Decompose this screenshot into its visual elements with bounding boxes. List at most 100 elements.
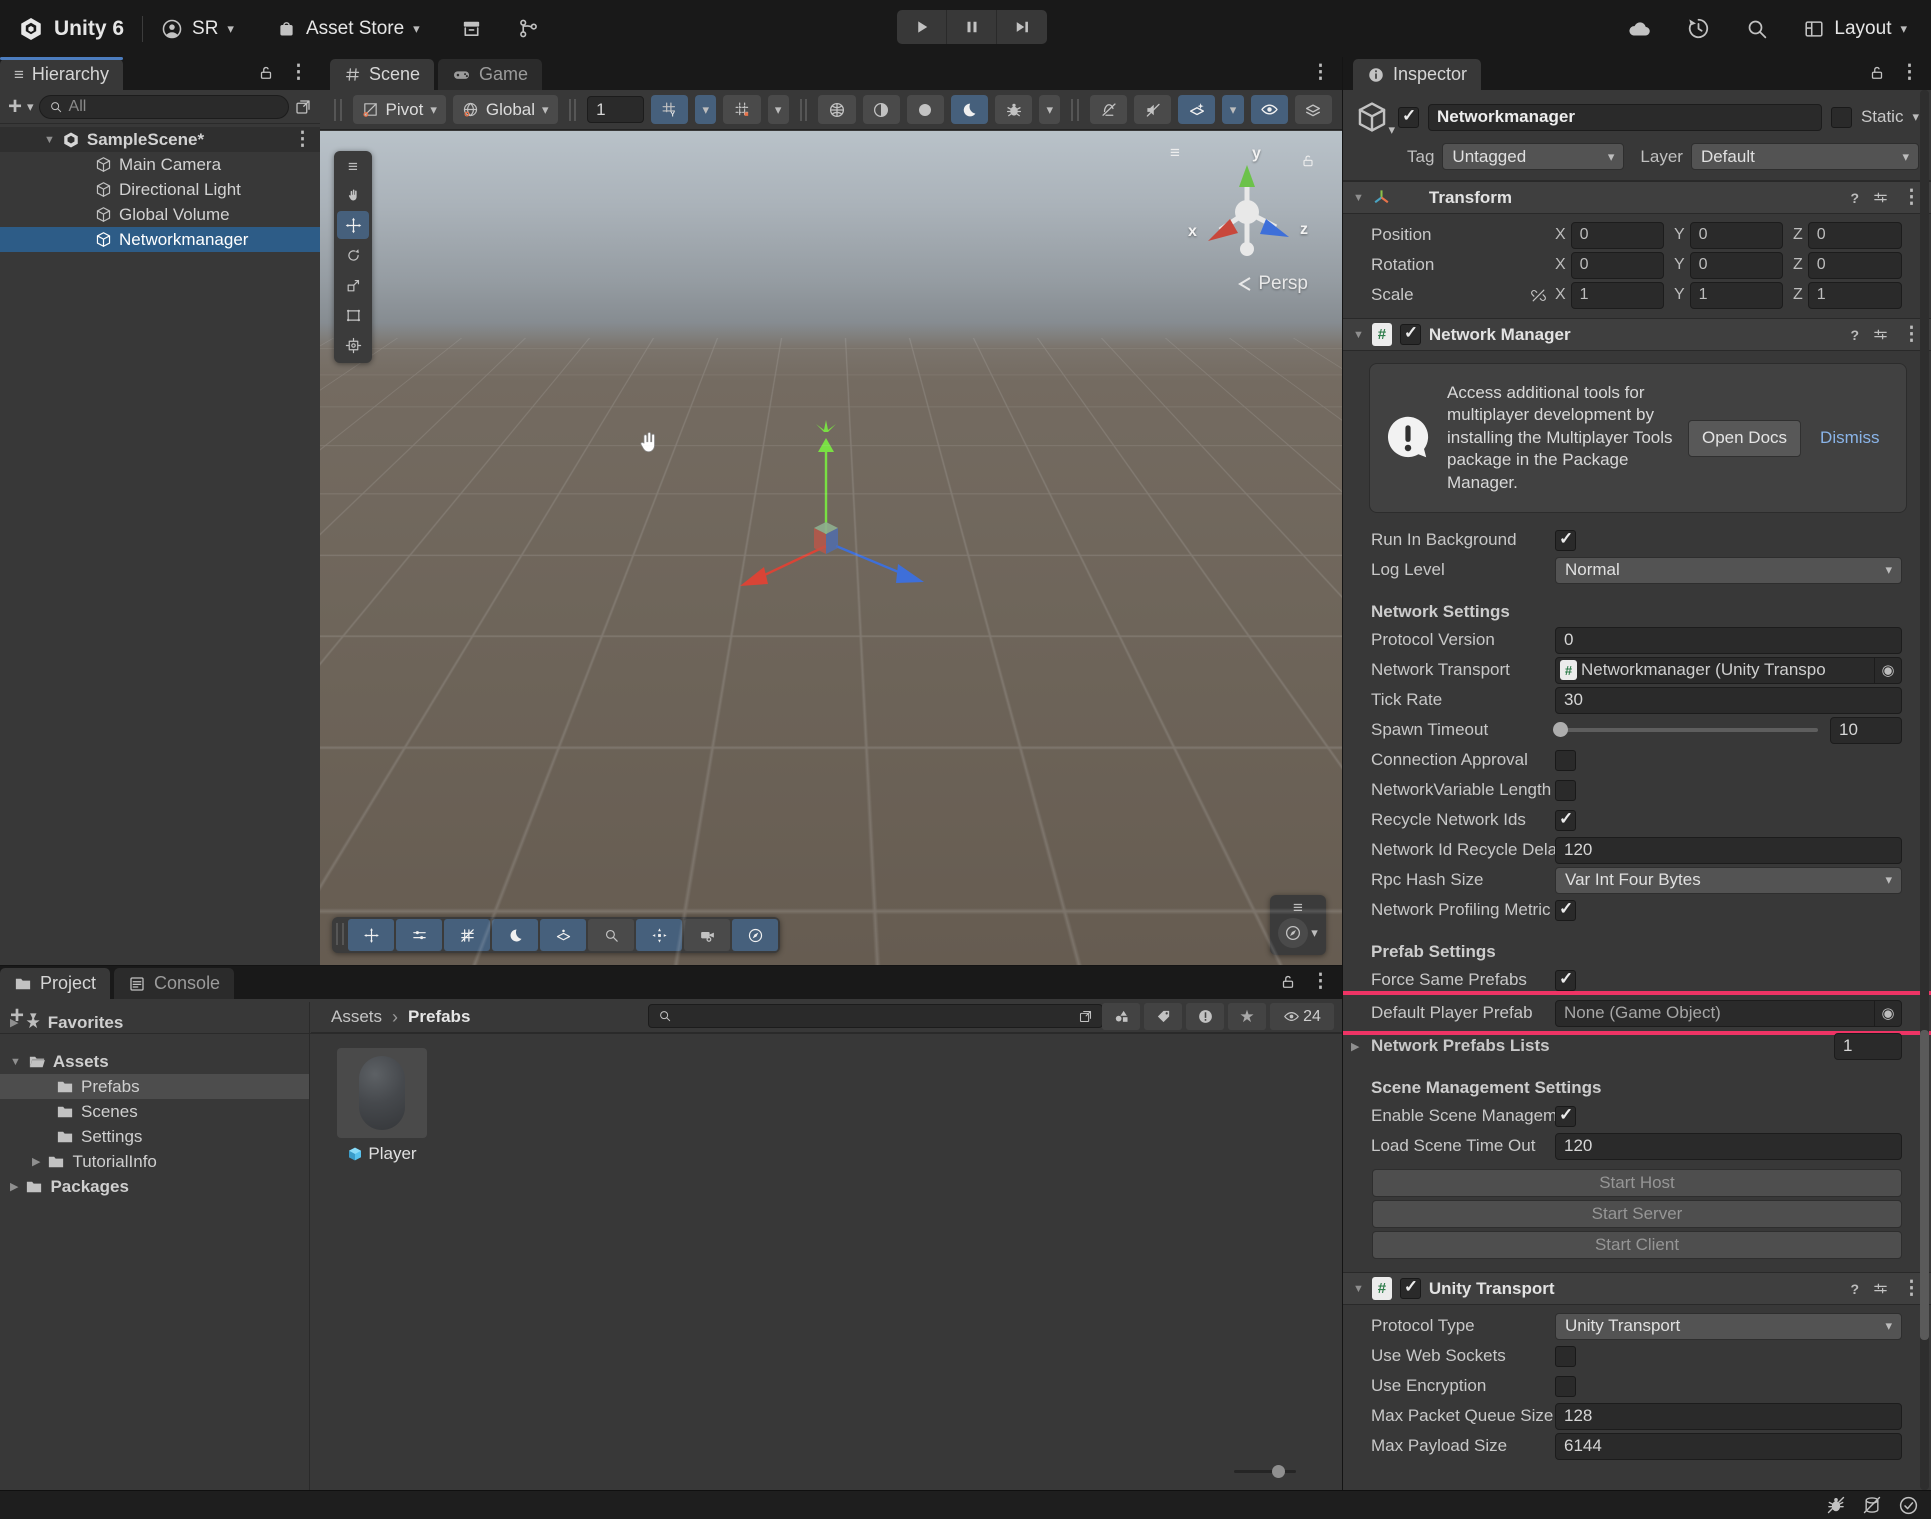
scale-z-field[interactable]: 1 <box>1808 282 1902 309</box>
tab-inspector[interactable]: Inspector <box>1353 59 1481 90</box>
start-server-button[interactable]: Start Server <box>1372 1200 1902 1228</box>
asset-item-player[interactable]: Player <box>337 1048 427 1164</box>
component-menu-icon[interactable] <box>1902 186 1921 209</box>
compass-button[interactable] <box>1278 918 1308 948</box>
static-checkbox[interactable] <box>1831 107 1852 128</box>
tab-console[interactable]: Console <box>114 968 234 999</box>
expand-icon[interactable] <box>10 1180 18 1193</box>
hierarchy-item[interactable]: Directional Light <box>0 177 320 202</box>
run-in-background-checkbox[interactable] <box>1555 530 1576 551</box>
snap-increment-options-button[interactable] <box>768 95 789 124</box>
tab-scene[interactable]: Scene <box>330 59 434 90</box>
scene-visibility-button[interactable] <box>1251 95 1288 124</box>
use-web-sockets-checkbox[interactable] <box>1555 1346 1576 1367</box>
breadcrumb-root[interactable]: Assets <box>331 1007 382 1027</box>
use-encryption-checkbox[interactable] <box>1555 1376 1576 1397</box>
overlay-frame-button[interactable] <box>636 919 682 951</box>
inspector-scrollbar[interactable] <box>1920 90 1929 1490</box>
position-y-field[interactable]: 0 <box>1690 222 1783 249</box>
debug-muted-icon[interactable] <box>1826 1495 1846 1515</box>
collapse-icon[interactable] <box>1353 192 1364 204</box>
debug-bug-button[interactable] <box>995 95 1032 124</box>
rect-tool[interactable] <box>337 301 369 329</box>
component-menu-icon[interactable] <box>1902 1277 1921 1300</box>
log-level-dropdown[interactable]: Normal <box>1555 557 1902 584</box>
network-prefabs-lists-count-field[interactable]: 1 <box>1834 1033 1902 1060</box>
snap-grid-options-button[interactable] <box>695 95 716 124</box>
step-button[interactable] <box>997 10 1047 44</box>
spawn-timeout-field[interactable]: 10 <box>1830 717 1902 744</box>
tab-project[interactable]: Project <box>0 968 110 999</box>
presets-icon[interactable] <box>1872 189 1889 206</box>
orientation-toggle-button[interactable]: Global <box>453 95 558 124</box>
tab-game[interactable]: Game <box>438 59 542 90</box>
component-enabled-checkbox[interactable] <box>1400 324 1421 345</box>
pause-button[interactable] <box>947 10 997 44</box>
tag-dropdown[interactable]: Untagged <box>1442 143 1624 170</box>
transform-tool[interactable] <box>337 331 369 359</box>
add-object-button[interactable] <box>8 93 22 121</box>
scene-menu-icon[interactable] <box>293 128 312 151</box>
help-icon[interactable] <box>1850 327 1859 343</box>
scale-x-field[interactable]: 1 <box>1571 282 1664 309</box>
dismiss-link[interactable]: Dismiss <box>1820 428 1880 448</box>
undo-history-icon[interactable] <box>1686 16 1711 41</box>
chevron-down-icon[interactable] <box>1311 925 1318 941</box>
effects-toggle-button[interactable] <box>1178 95 1215 124</box>
open-new-window-icon[interactable] <box>294 98 312 116</box>
scene-viewport[interactable]: y x z Persp <box>320 131 1342 965</box>
object-picker-icon[interactable] <box>1874 1001 1901 1026</box>
start-client-button[interactable]: Start Client <box>1372 1231 1902 1259</box>
tree-item-favorites[interactable]: Favorites <box>0 1010 309 1035</box>
panel-menu-icon[interactable] <box>1311 61 1330 84</box>
debug-options-button[interactable] <box>1039 95 1060 124</box>
tree-item-prefabs-selected[interactable]: Prefabs <box>0 1074 309 1099</box>
lock-open-icon[interactable] <box>1279 973 1297 991</box>
drag-handle[interactable] <box>569 99 577 121</box>
snap-increment-button[interactable] <box>723 95 760 124</box>
panel-menu-icon[interactable] <box>1311 970 1330 993</box>
connection-approval-checkbox[interactable] <box>1555 750 1576 771</box>
account-menu[interactable]: SR <box>161 18 234 40</box>
drag-handle[interactable] <box>1071 99 1079 121</box>
layers-button[interactable] <box>1295 95 1332 124</box>
move-tool[interactable] <box>337 211 369 239</box>
max-packet-queue-size-field[interactable]: 128 <box>1555 1403 1902 1430</box>
camera-view-button[interactable] <box>951 95 988 124</box>
overlay-handle-icon[interactable] <box>1293 898 1303 918</box>
overlay-lighting-button[interactable] <box>492 919 538 951</box>
component-enabled-checkbox[interactable] <box>1400 1278 1421 1299</box>
position-z-field[interactable]: 0 <box>1808 222 1902 249</box>
force-same-prefabs-checkbox[interactable] <box>1555 970 1576 991</box>
expand-icon[interactable] <box>32 1155 40 1168</box>
status-ok-icon[interactable] <box>1898 1495 1919 1516</box>
collapse-icon[interactable] <box>1353 1283 1364 1295</box>
overlay-search-button[interactable] <box>588 919 634 951</box>
spawn-timeout-slider[interactable] <box>1555 728 1818 732</box>
rotation-y-field[interactable]: 0 <box>1690 252 1783 279</box>
tree-item-assets[interactable]: Assets <box>0 1049 309 1074</box>
thumbnail-size-slider[interactable] <box>1234 1464 1296 1478</box>
rotation-x-field[interactable]: 0 <box>1571 252 1664 279</box>
scale-tool[interactable] <box>337 271 369 299</box>
axis-orientation-gizmo[interactable] <box>1192 157 1302 267</box>
hierarchy-scene-row[interactable]: SampleScene* <box>0 127 320 152</box>
panel-menu-icon[interactable] <box>1900 61 1919 84</box>
play-button[interactable] <box>897 10 947 44</box>
open-docs-button[interactable]: Open Docs <box>1688 420 1801 457</box>
default-player-prefab-object-field[interactable]: None (Game Object) <box>1555 1000 1902 1027</box>
help-icon[interactable] <box>1850 190 1859 206</box>
overlay-properties-button[interactable] <box>396 919 442 951</box>
load-scene-timeout-field[interactable]: 120 <box>1555 1133 1902 1160</box>
network-profiling-metrics-checkbox[interactable] <box>1555 900 1576 921</box>
version-control-icon[interactable] <box>517 17 540 40</box>
component-menu-icon[interactable] <box>1902 323 1921 346</box>
rotation-z-field[interactable]: 0 <box>1808 252 1902 279</box>
panel-menu-icon[interactable] <box>289 61 308 84</box>
link-broken-icon[interactable] <box>1530 287 1547 304</box>
hierarchy-item[interactable]: Main Camera <box>0 152 320 177</box>
chevron-down-icon[interactable] <box>1388 122 1395 138</box>
asset-store-menu[interactable]: Asset Store <box>276 18 420 40</box>
tree-item-settings[interactable]: Settings <box>0 1124 309 1149</box>
chevron-down-icon[interactable] <box>27 99 34 115</box>
